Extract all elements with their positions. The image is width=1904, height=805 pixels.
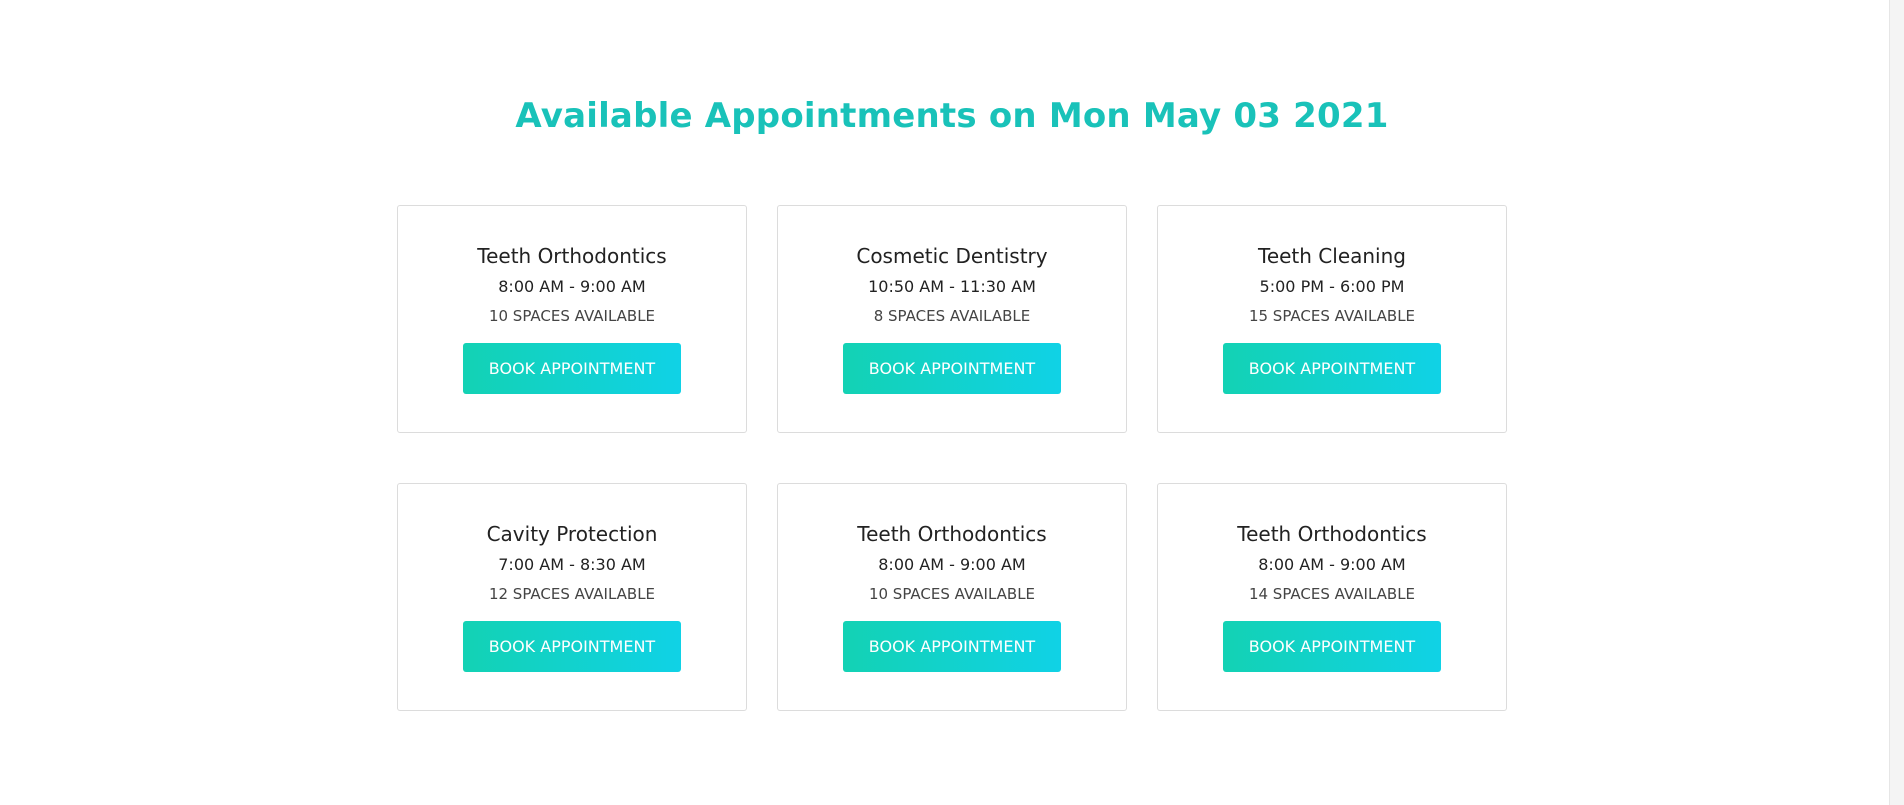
spaces-available: 12 SPACES AVAILABLE — [488, 585, 656, 603]
page-title: Available Appointments on Mon May 03 202… — [515, 96, 1389, 136]
spaces-available: 15 SPACES AVAILABLE — [1248, 307, 1416, 325]
appointment-card: Teeth Orthodontics 8:00 AM - 9:00 AM 10 … — [777, 483, 1127, 711]
appointments-grid: Teeth Orthodontics 8:00 AM - 9:00 AM 10 … — [397, 205, 1507, 711]
book-appointment-button[interactable]: BOOK APPOINTMENT — [1223, 621, 1441, 672]
book-appointment-button[interactable]: BOOK APPOINTMENT — [843, 343, 1061, 394]
appointment-card: Teeth Orthodontics 8:00 AM - 9:00 AM 10 … — [397, 205, 747, 433]
appointment-card: Cosmetic Dentistry 10:50 AM - 11:30 AM 8… — [777, 205, 1127, 433]
appointment-card: Cavity Protection 7:00 AM - 8:30 AM 12 S… — [397, 483, 747, 711]
time-range: 10:50 AM - 11:30 AM — [868, 277, 1036, 296]
book-appointment-button[interactable]: BOOK APPOINTMENT — [1223, 343, 1441, 394]
service-name: Teeth Orthodontics — [1237, 522, 1427, 546]
service-name: Cavity Protection — [486, 522, 658, 546]
appointment-card: Teeth Orthodontics 8:00 AM - 9:00 AM 14 … — [1157, 483, 1507, 711]
appointment-card: Teeth Cleaning 5:00 PM - 6:00 PM 15 SPAC… — [1157, 205, 1507, 433]
time-range: 5:00 PM - 6:00 PM — [1259, 277, 1405, 296]
appointments-page: Available Appointments on Mon May 03 202… — [0, 0, 1904, 805]
book-appointment-button[interactable]: BOOK APPOINTMENT — [463, 621, 681, 672]
spaces-available: 10 SPACES AVAILABLE — [868, 585, 1036, 603]
vertical-scrollbar[interactable] — [1889, 0, 1904, 805]
service-name: Teeth Orthodontics — [857, 522, 1047, 546]
spaces-available: 14 SPACES AVAILABLE — [1248, 585, 1416, 603]
spaces-available: 10 SPACES AVAILABLE — [488, 307, 656, 325]
service-name: Cosmetic Dentistry — [856, 244, 1048, 268]
time-range: 8:00 AM - 9:00 AM — [498, 277, 646, 296]
book-appointment-button[interactable]: BOOK APPOINTMENT — [843, 621, 1061, 672]
time-range: 7:00 AM - 8:30 AM — [498, 555, 646, 574]
service-name: Teeth Cleaning — [1258, 244, 1406, 268]
service-name: Teeth Orthodontics — [477, 244, 667, 268]
book-appointment-button[interactable]: BOOK APPOINTMENT — [463, 343, 681, 394]
time-range: 8:00 AM - 9:00 AM — [878, 555, 1026, 574]
time-range: 8:00 AM - 9:00 AM — [1258, 555, 1406, 574]
spaces-available: 8 SPACES AVAILABLE — [873, 307, 1031, 325]
